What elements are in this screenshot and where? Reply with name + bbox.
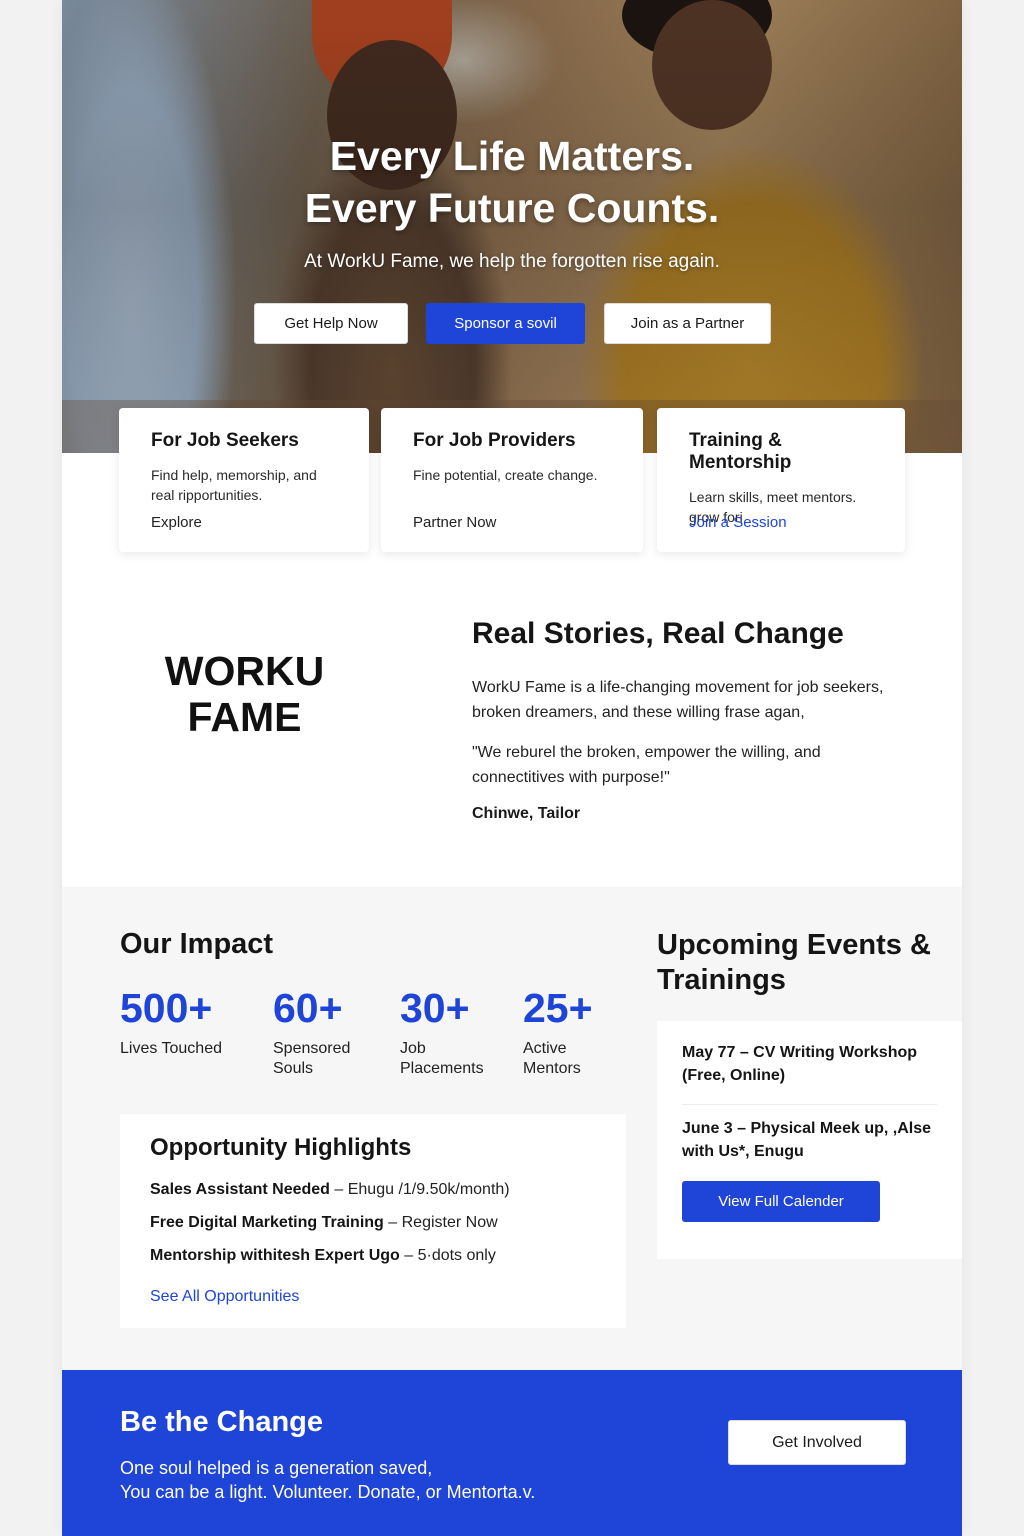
stat-value: 25+ <box>523 985 593 1031</box>
stories-title: Real Stories, Real Change <box>472 617 844 650</box>
card-job-seekers: For Job Seekers Find help, memorship, an… <box>119 408 369 552</box>
opportunity-item[interactable]: Mentorship withitesh Expert Ugo – 5·dots… <box>150 1246 598 1266</box>
opportunity-item-title: Sales Assistant Needed <box>150 1181 330 1198</box>
stat-label: Active Mentors <box>523 1040 581 1077</box>
event-item[interactable]: June 3 – Physical Meek up, ,Alse with Us… <box>682 1105 937 1163</box>
get-help-button[interactable]: Get Help Now <box>254 303 408 344</box>
opportunity-item-detail: – Register Now <box>383 1214 498 1231</box>
cta-line-2: You can be a light. Volunteer. Donate, o… <box>120 1482 536 1502</box>
testimonial-quote: "We reburel the broken, empower the will… <box>472 744 821 786</box>
get-involved-button[interactable]: Get Involved <box>728 1420 906 1465</box>
hero-title-line-1: Every Life Matters. <box>329 133 695 179</box>
logo-line-1: WORKU <box>164 648 325 694</box>
opportunity-item[interactable]: Free Digital Marketing Training – Regist… <box>150 1213 598 1233</box>
opportunity-highlights-card: Opportunity Highlights Sales Assistant N… <box>120 1114 626 1328</box>
stat-job-placements: 30+ Job Placements <box>400 985 484 1079</box>
opportunity-item-detail: – 5·dots only <box>399 1247 496 1264</box>
stat-sponsored-souls: 60+ Spensored Souls <box>273 985 350 1079</box>
view-calendar-button[interactable]: View Full Calender <box>682 1181 880 1222</box>
see-all-opportunities-link[interactable]: See All Opportunities <box>150 1288 598 1306</box>
stat-value: 60+ <box>273 985 343 1031</box>
stat-lives-touched: 500+ Lives Touched <box>120 985 222 1059</box>
sponsor-button[interactable]: Sponsor a sovil <box>426 303 585 344</box>
card-title: For Job Providers <box>413 430 576 451</box>
stat-value: 30+ <box>400 985 470 1031</box>
card-title: For Job Seekers <box>151 430 299 451</box>
card-training-mentorship: Training & Mentorship Learn skills, meet… <box>657 408 905 552</box>
partner-now-link[interactable]: Partner Now <box>413 514 496 531</box>
page: Every Life Matters. Every Future Counts.… <box>62 0 962 1536</box>
hero-section: Every Life Matters. Every Future Counts.… <box>62 0 962 453</box>
stat-label: Spensored Souls <box>273 1040 351 1077</box>
cta-line-1: One soul helped is a generation saved, <box>120 1458 433 1478</box>
impact-title: Our Impact <box>120 928 274 960</box>
opportunity-item-title: Free Digital Marketing Training <box>150 1214 384 1231</box>
card-title: Training & Mentorship <box>689 430 792 473</box>
join-partner-button[interactable]: Join as a Partner <box>604 303 771 344</box>
hero-title: Every Life Matters. Every Future Counts. <box>62 130 962 234</box>
cta-section: Be the Change One soul helped is a gener… <box>62 1370 962 1536</box>
opportunity-item-title: Mentorship withitesh Expert Ugo <box>150 1247 400 1264</box>
hero-subtitle: At WorkU Fame, we help the forgotten ris… <box>304 251 720 272</box>
stories-paragraph: WorkU Fame is a life-changing movement f… <box>472 679 884 721</box>
stat-value: 500+ <box>120 985 213 1031</box>
logo-line-2: FAME <box>187 694 302 740</box>
card-text: Find help, memorship, and real ripportun… <box>151 467 317 503</box>
events-card: May 77 – CV Writing Workshop (Free, Onli… <box>657 1021 962 1259</box>
events-title: Upcoming Events & Trainings <box>657 929 931 996</box>
opportunities-title: Opportunity Highlights <box>150 1134 412 1161</box>
opportunity-item[interactable]: Sales Assistant Needed – Ehugu /1/9.50k/… <box>150 1180 598 1200</box>
join-session-link[interactable]: Join a Session <box>689 514 787 531</box>
testimonial-author: Chinwe, Tailor <box>472 805 581 822</box>
cta-text: One soul helped is a generation saved, Y… <box>120 1456 640 1504</box>
cta-title: Be the Change <box>120 1406 324 1438</box>
explore-link[interactable]: Explore <box>151 514 202 531</box>
stat-label: Lives Touched <box>120 1040 222 1057</box>
stat-label: Job Placements <box>400 1040 484 1077</box>
worku-fame-logo: WORKU FAME <box>157 648 332 740</box>
hero-title-line-2: Every Future Counts. <box>304 185 720 231</box>
stat-active-mentors: 25+ Active Mentors <box>523 985 593 1079</box>
card-text: Fine potential, create change. <box>413 467 598 483</box>
card-job-providers: For Job Providers Fine potential, create… <box>381 408 643 552</box>
opportunity-item-detail: – Ehugu /1/9.50k/month) <box>329 1181 510 1198</box>
event-item[interactable]: May 77 – CV Writing Workshop (Free, Onli… <box>682 1041 937 1105</box>
